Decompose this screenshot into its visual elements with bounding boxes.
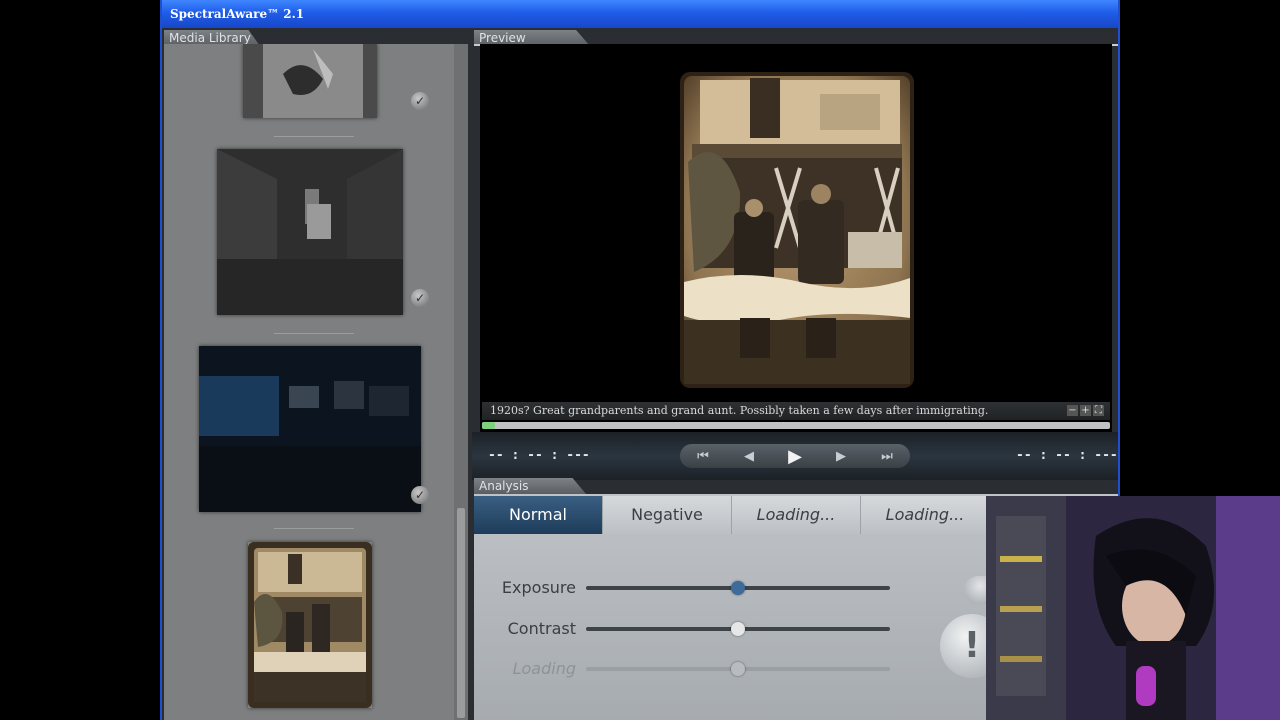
contrast-slider[interactable] xyxy=(586,622,890,636)
caption-text: 1920s? Great grandparents and grand aunt… xyxy=(490,404,989,417)
exposure-slider[interactable] xyxy=(586,581,890,595)
checkmark-icon[interactable]: ✓ xyxy=(411,289,429,307)
caption-zoom-controls: − + ⛶ xyxy=(1067,405,1104,416)
contrast-label: Contrast xyxy=(507,619,576,638)
library-scrollbar-thumb[interactable] xyxy=(457,508,465,718)
thumbnail-family-porch[interactable] xyxy=(248,542,372,708)
thumbnail-dark-room[interactable] xyxy=(199,346,421,512)
loading-slider-knob xyxy=(731,662,745,676)
loading-slider xyxy=(586,662,890,676)
exposure-label: Exposure xyxy=(501,578,576,597)
tab-normal[interactable]: Normal xyxy=(474,496,603,534)
playback-progress-bar[interactable] xyxy=(482,422,1110,429)
preview-caption: 1920s? Great grandparents and grand aunt… xyxy=(482,402,1110,420)
timecode-total: -- : -- : --- xyxy=(1016,448,1118,463)
tab-loading-2[interactable]: Loading... xyxy=(861,496,990,534)
fit-screen-icon[interactable]: ⛶ xyxy=(1093,405,1104,416)
playback-controls: ⏮ ◀ ▶ ▶ ⏭ xyxy=(680,444,910,468)
exposure-slider-knob[interactable] xyxy=(731,581,745,595)
contrast-slider-knob[interactable] xyxy=(731,622,745,636)
window-title: SpectralAware™ 2.1 xyxy=(162,0,1118,28)
skip-forward-icon[interactable]: ⏭ xyxy=(872,449,902,464)
progress-fill xyxy=(482,422,495,429)
skip-back-icon[interactable]: ⏮ xyxy=(688,449,718,464)
tab-loading-1[interactable]: Loading... xyxy=(732,496,861,534)
thumbnail-warehouse[interactable] xyxy=(217,149,403,315)
play-icon[interactable]: ▶ xyxy=(780,446,810,467)
zoom-in-button[interactable]: + xyxy=(1080,405,1091,416)
preview-viewport[interactable] xyxy=(480,44,1112,432)
checkmark-icon[interactable]: ✓ xyxy=(411,92,429,110)
timecode-current: -- : -- : --- xyxy=(488,448,590,463)
media-library-list[interactable]: ✓ ✓ ✓ xyxy=(164,44,454,720)
webcam-overlay xyxy=(986,496,1280,720)
analysis-tab: Analysis xyxy=(474,478,586,494)
preview-photo xyxy=(680,72,914,388)
tab-negative[interactable]: Negative xyxy=(603,496,732,534)
webcam-feed xyxy=(986,496,1280,720)
loading-label: Loading xyxy=(512,659,576,678)
app-window: SpectralAware™ 2.1 Media Library Preview… xyxy=(160,0,1120,720)
step-back-icon[interactable]: ◀ xyxy=(734,449,764,464)
thumbnail-separator xyxy=(274,528,354,529)
zoom-out-button[interactable]: − xyxy=(1067,405,1078,416)
step-forward-icon[interactable]: ▶ xyxy=(826,449,856,464)
thumbnail-man-hands[interactable] xyxy=(243,44,377,118)
thumbnail-separator xyxy=(274,136,354,137)
checkmark-icon[interactable]: ✓ xyxy=(411,486,429,504)
thumbnail-separator xyxy=(274,333,354,334)
